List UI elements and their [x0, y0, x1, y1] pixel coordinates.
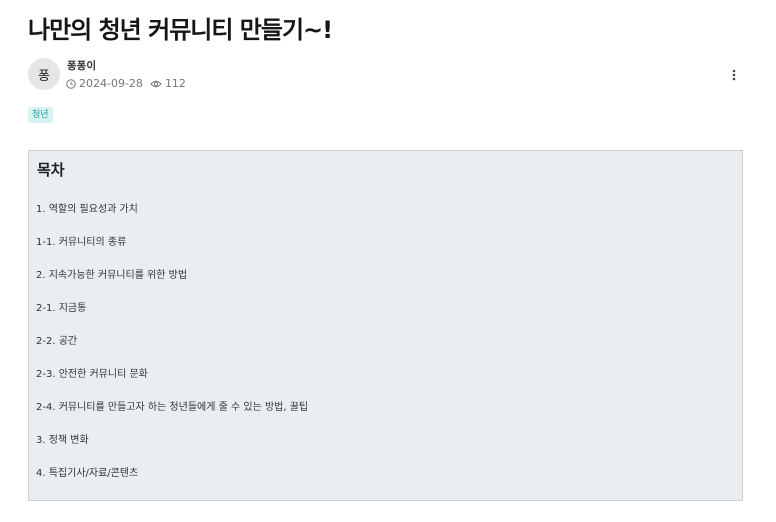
toc-heading: 목차: [37, 161, 65, 179]
toc-item[interactable]: 2-3. 안전한 커뮤니티 문화: [36, 365, 148, 380]
avatar[interactable]: 퐁: [28, 58, 60, 90]
more-options-button[interactable]: [726, 66, 742, 84]
eye-icon: [150, 79, 162, 89]
clock-icon: [66, 78, 76, 89]
table-of-contents: 목차 1. 역할의 필요성과 가치 1-1. 커뮤니티의 종류 2. 지속가능한…: [28, 150, 743, 501]
post-meta: 2024-09-28 112: [66, 77, 186, 90]
toc-item[interactable]: 3. 정책 변화: [36, 431, 89, 446]
toc-item[interactable]: 1. 역할의 필요성과 가치: [36, 200, 138, 215]
avatar-initial: 퐁: [38, 68, 50, 84]
toc-item[interactable]: 4. 특집기사/자료/콘텐츠: [36, 464, 138, 479]
toc-item[interactable]: 1-1. 커뮤니티의 종류: [36, 233, 126, 248]
author-name[interactable]: 퐁퐁이: [67, 58, 96, 73]
post-date: 2024-09-28: [79, 77, 143, 90]
toc-item[interactable]: 2-1. 지금통: [36, 299, 86, 314]
post-page: 나만의 청년 커뮤니티 만들기~! 퐁 퐁퐁이 2024-09-28 112 청…: [0, 0, 776, 522]
more-vertical-icon: [732, 66, 736, 85]
toc-item[interactable]: 2-2. 공간: [36, 332, 77, 347]
toc-item[interactable]: 2. 지속가능한 커뮤니티를 위한 방법: [36, 266, 187, 281]
post-title: 나만의 청년 커뮤니티 만들기~!: [28, 16, 333, 44]
tag-chip[interactable]: 청년: [28, 107, 53, 123]
view-count: 112: [164, 77, 186, 90]
toc-item[interactable]: 2-4. 커뮤니티를 만들고자 하는 청년들에게 줄 수 있는 방법, 꿀팁: [36, 398, 308, 413]
